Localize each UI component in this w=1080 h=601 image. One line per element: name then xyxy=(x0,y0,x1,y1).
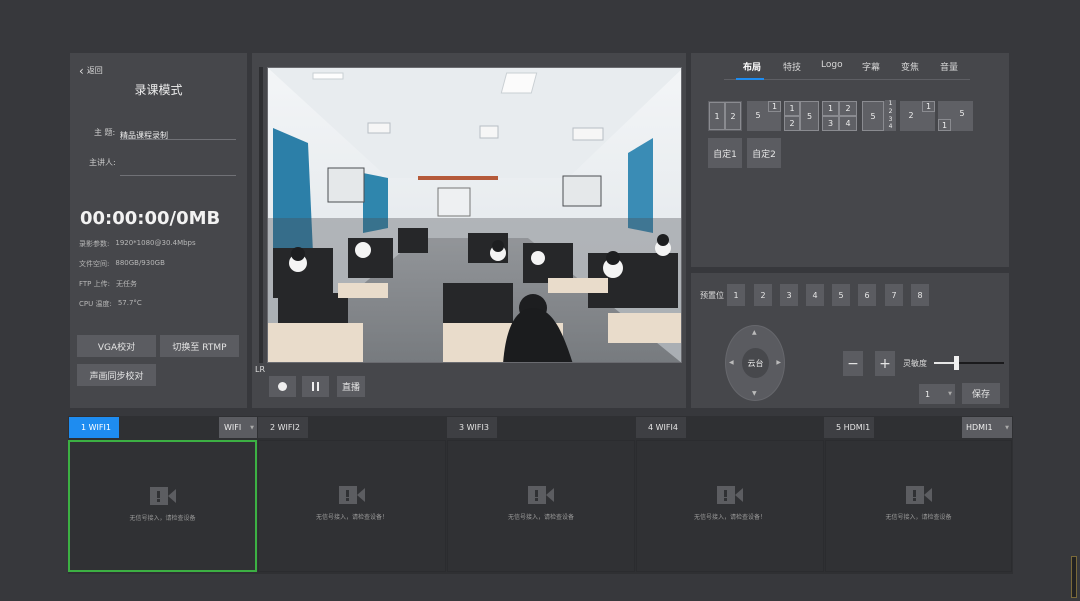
tab-active-indicator xyxy=(736,78,764,80)
back-label: 返回 xyxy=(86,66,103,75)
lr-label: LR xyxy=(255,365,266,374)
video-preview xyxy=(267,67,682,363)
mode-title: 录课模式 xyxy=(134,83,183,97)
no-signal-message: 无信号接入，请检查设备 xyxy=(885,514,952,521)
info-row: CPU 温度: 57.7°C xyxy=(79,299,142,308)
record-icon xyxy=(278,382,287,391)
arrow-left-icon[interactable]: ◀ xyxy=(729,359,734,366)
pause-button[interactable] xyxy=(302,376,329,397)
theme-field[interactable]: 精品课程录制 xyxy=(120,123,236,140)
av-sync-button[interactable]: 声画同步校对 xyxy=(77,364,156,386)
window-resize-handle[interactable] xyxy=(1071,556,1077,598)
record-button[interactable] xyxy=(269,376,296,397)
preset-5-button[interactable]: 5 xyxy=(832,284,850,306)
tab-volume[interactable]: 音量 xyxy=(940,60,958,73)
layout-option-pip-bottom[interactable]: 5 1 xyxy=(938,101,973,131)
channel-source-select-1[interactable]: WIFI ▼ xyxy=(219,417,257,438)
sensitivity-label: 灵敏度 xyxy=(903,359,927,368)
theme-value: 精品课程录制 xyxy=(120,131,168,140)
layout-option-side-3[interactable]: 1 2 5 xyxy=(784,101,819,131)
ptz-joystick[interactable]: ▲ ▼ ◀ ▶ 云台 xyxy=(725,325,785,401)
chevron-left-icon: ‹ xyxy=(79,63,84,78)
channel-tab-3[interactable]: 3 WIFI3 xyxy=(447,417,497,438)
preset-6-button[interactable]: 6 xyxy=(858,284,876,306)
info-list: 录影参数: 1920*1080@30.4Mbps 文件空间: 880GB/930GB… xyxy=(79,239,239,319)
channel-tab-5[interactable]: 5 HDMI1 xyxy=(824,417,874,438)
ptz-center[interactable]: 云台 xyxy=(742,348,769,378)
layout-option-pip[interactable]: 5 1 xyxy=(747,101,781,131)
preset-3-button[interactable]: 3 xyxy=(780,284,798,306)
channel-view-5[interactable]: 无信号接入，请检查设备 xyxy=(825,440,1012,572)
preset-4-button[interactable]: 4 xyxy=(806,284,824,306)
channel-view-2[interactable]: 无信号接入，请检查设备！ xyxy=(258,440,446,572)
plus-icon: + xyxy=(879,355,891,372)
camera-off-icon xyxy=(339,486,365,504)
slider-handle[interactable] xyxy=(954,356,959,370)
channel-tab-2[interactable]: 2 WIFI2 xyxy=(258,417,308,438)
camera-off-icon xyxy=(905,486,932,504)
tab-logo[interactable]: Logo xyxy=(821,60,843,70)
tab-subtitle[interactable]: 字幕 xyxy=(862,60,880,73)
camera-off-icon xyxy=(717,486,743,504)
preset-label: 预置位 xyxy=(700,291,724,300)
chevron-down-icon: ▼ xyxy=(1005,424,1009,431)
switch-rtmp-button[interactable]: 切换至 RTMP xyxy=(160,335,239,357)
slider-fill xyxy=(934,362,954,364)
no-signal-message: 无信号接入，请检查设备！ xyxy=(693,514,766,521)
theme-label: 主 题: xyxy=(94,128,116,137)
custom-layout-2-button[interactable]: 自定2 xyxy=(747,138,781,168)
camera-off-icon xyxy=(528,486,554,504)
info-row: FTP 上传: 无任务 xyxy=(79,280,137,288)
save-preset-button[interactable]: 保存 xyxy=(962,383,1000,404)
back-button[interactable]: ‹ 返回 xyxy=(79,63,103,78)
preset-select[interactable]: 1 ▼ xyxy=(919,384,955,404)
preset-8-button[interactable]: 8 xyxy=(911,284,929,306)
camera-off-icon xyxy=(149,487,176,505)
sensitivity-slider[interactable] xyxy=(934,356,1004,370)
arrow-down-icon[interactable]: ▼ xyxy=(752,390,757,397)
channel-view-1[interactable]: 无信号接入，请检查设备 xyxy=(68,440,257,572)
layout-option-split-2[interactable]: 1 2 xyxy=(708,101,742,131)
channel-tab-4[interactable]: 4 WIFI4 xyxy=(636,417,686,438)
tab-layout[interactable]: 布局 xyxy=(743,60,761,73)
channel-view-4[interactable]: 无信号接入，请检查设备！ xyxy=(636,440,824,572)
zoom-in-button[interactable]: + xyxy=(875,351,895,376)
tab-zoom[interactable]: 变焦 xyxy=(901,60,919,73)
tab-effects[interactable]: 特技 xyxy=(783,60,801,73)
classroom-image xyxy=(268,68,681,362)
arrow-right-icon[interactable]: ▶ xyxy=(776,359,781,366)
zoom-out-button[interactable]: − xyxy=(843,351,863,376)
no-signal-message: 无信号接入，请检查设备 xyxy=(507,514,574,521)
channel-view-3[interactable]: 无信号接入，请检查设备 xyxy=(447,440,635,572)
layout-option-quad[interactable]: 1 2 3 4 xyxy=(822,101,857,131)
info-row: 录影参数: 1920*1080@30.4Mbps xyxy=(79,239,196,248)
layout-option-main-4[interactable]: 5 1 2 3 4 xyxy=(862,100,896,131)
channel-tab-1[interactable]: 1 WIFI1 xyxy=(69,417,119,438)
speaker-field[interactable] xyxy=(120,153,236,176)
audio-level-bar xyxy=(259,67,263,363)
live-button[interactable]: 直播 xyxy=(337,376,365,397)
info-row: 文件空间: 880GB/930GB xyxy=(79,259,165,268)
channel-source-select-5[interactable]: HDMI1 ▼ xyxy=(962,417,1012,438)
no-signal-message: 无信号接入，请检查设备 xyxy=(129,515,196,522)
layout-option-pip-2[interactable]: 2 1 xyxy=(900,101,935,131)
chevron-down-icon: ▼ xyxy=(948,391,952,397)
chevron-down-icon: ▼ xyxy=(250,424,254,431)
vga-calibrate-button[interactable]: VGA校对 xyxy=(77,335,156,357)
preset-1-button[interactable]: 1 xyxy=(727,284,745,306)
no-signal-message: 无信号接入，请检查设备！ xyxy=(315,514,388,521)
pause-icon xyxy=(312,382,319,391)
arrow-up-icon[interactable]: ▲ xyxy=(752,329,757,336)
preset-2-button[interactable]: 2 xyxy=(754,284,772,306)
recording-panel: ‹ 返回 录课模式 主 题: 精品课程录制 主讲人: 00:00:00/0MB … xyxy=(70,53,247,408)
custom-layout-1-button[interactable]: 自定1 xyxy=(708,138,742,168)
record-timer: 00:00:00/0MB xyxy=(80,208,221,229)
minus-icon: − xyxy=(847,355,859,372)
speaker-label: 主讲人: xyxy=(89,158,116,167)
preset-7-button[interactable]: 7 xyxy=(885,284,903,306)
preview-panel: LR 直播 xyxy=(252,53,686,408)
